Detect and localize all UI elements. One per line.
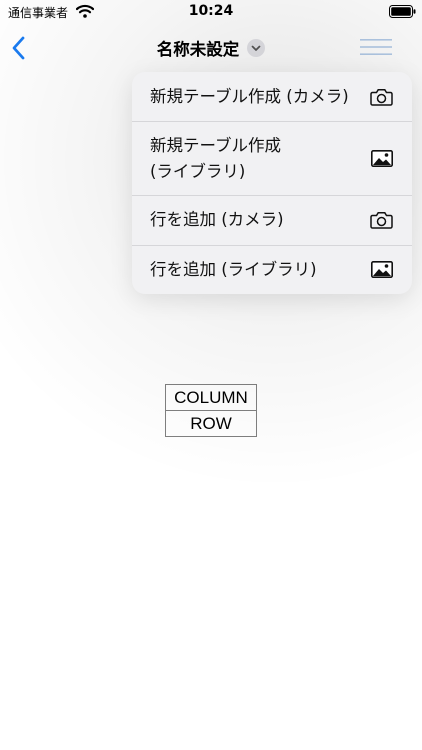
menu-item-add-row-library[interactable]: 行を追加 (ライブラリ) <box>132 246 412 294</box>
status-bar: 通信事業者 10:24 <box>0 0 422 24</box>
nav-title-group[interactable]: 名称未設定 <box>0 36 422 60</box>
page-title[interactable]: 名称未設定 <box>157 36 240 60</box>
clock: 10:24 <box>188 3 234 19</box>
menu-item-add-row-camera[interactable]: 行を追加 (カメラ) <box>132 196 412 246</box>
context-menu: 新規テーブル作成 (カメラ) 新規テーブル作成 (ライブラリ) 行を追加 (カメ… <box>132 72 412 294</box>
menu-item-label: 新規テーブル作成 <box>150 136 282 155</box>
menu-item-label: 新規テーブル作成 (カメラ) <box>150 87 349 106</box>
battery-icon <box>389 5 416 18</box>
menu-item-new-table-camera[interactable]: 新規テーブル作成 (カメラ) <box>132 72 412 122</box>
camera-icon <box>370 89 393 106</box>
menu-item-label-line2: (ライブラリ) <box>150 162 246 181</box>
chevron-down-icon[interactable] <box>247 39 266 57</box>
table-row-cell[interactable]: ROW <box>165 410 257 437</box>
photo-icon <box>371 261 393 278</box>
menu-item-label: 行を追加 (ライブラリ) <box>150 260 317 279</box>
hamburger-icon[interactable] <box>360 38 392 56</box>
menu-item-label: 行を追加 (カメラ) <box>150 210 284 229</box>
photo-icon <box>371 150 393 167</box>
table-header-cell[interactable]: COLUMN <box>165 384 257 411</box>
menu-item-new-table-library[interactable]: 新規テーブル作成 (ライブラリ) <box>132 122 412 196</box>
camera-icon <box>370 212 393 229</box>
